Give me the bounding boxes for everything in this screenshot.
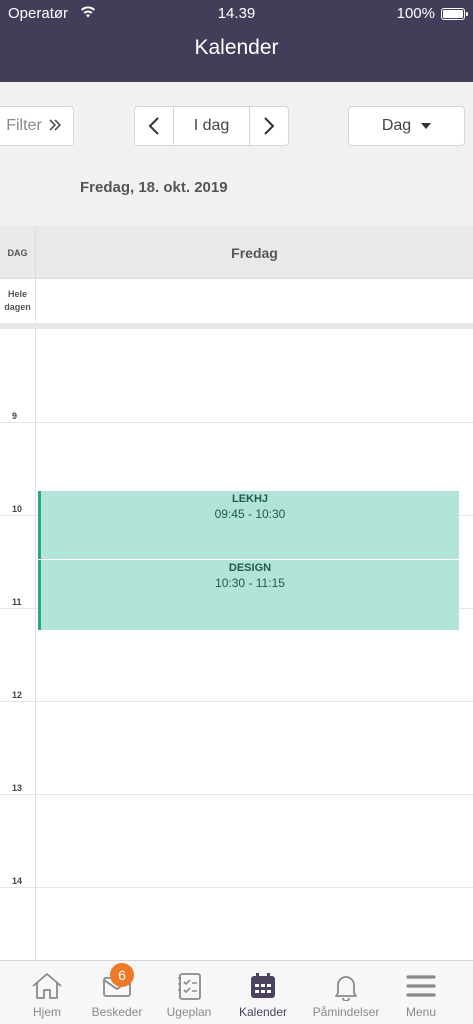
time-column-divider [35, 329, 36, 960]
hour-line [0, 422, 473, 423]
tab-label: Ugeplan [166, 1005, 212, 1019]
chevron-left-icon [148, 117, 159, 135]
tab-label: Beskeder [91, 1005, 143, 1019]
hamburger-icon [406, 975, 436, 997]
calendar-header: DAG Fredag [0, 226, 473, 279]
day-column-header[interactable]: Fredag [36, 226, 473, 279]
calendar-event[interactable]: LEKHJ 09:45 - 10:30 [38, 491, 459, 559]
page-title: Kalender [194, 36, 279, 59]
today-button[interactable]: I dag [174, 107, 249, 145]
hour-label: 10 [12, 504, 23, 514]
tab-ugeplan[interactable]: Ugeplan [154, 961, 224, 1024]
date-title: Fredag, 18. okt. 2019 [80, 179, 228, 196]
all-day-label: Hele dagen [0, 279, 36, 323]
all-day-row[interactable]: Hele dagen [0, 279, 473, 323]
caret-down-icon [421, 123, 432, 129]
hour-line [0, 701, 473, 702]
calendar-event[interactable]: DESIGN 10:30 - 11:15 [38, 560, 459, 630]
next-day-button[interactable] [249, 107, 288, 145]
bell-icon [335, 976, 357, 1001]
tab-label: Menu [405, 1005, 437, 1019]
previous-day-button[interactable] [135, 107, 174, 145]
unread-badge: 6 [110, 963, 134, 987]
event-title: LEKHJ [231, 493, 269, 505]
view-select-value: Dag [381, 117, 412, 134]
hour-label: 14 [12, 876, 23, 886]
view-select[interactable]: Dag [348, 106, 465, 146]
app-root: Operatør 14.39 100% Kalender Filter I da… [0, 0, 473, 1024]
tab-beskeder[interactable]: 6 Beskeder [82, 961, 152, 1024]
checklist-icon [178, 973, 201, 1000]
tab-label: Hjem [32, 1005, 61, 1019]
tab-label: Kalender [238, 1005, 288, 1019]
tab-hjem[interactable]: Hjem [12, 961, 82, 1024]
calendar-icon [251, 973, 275, 998]
chevron-right-icon [264, 117, 275, 135]
tab-label: Påmindelser [312, 1005, 380, 1019]
day-navigator: I dag [134, 106, 289, 146]
filter-label: Filter [6, 117, 42, 134]
calendar-day-view: DAG Fredag Hele dagen 9 10 11 12 13 14 L… [0, 226, 473, 960]
hour-label: 13 [12, 783, 23, 793]
battery-icon [441, 8, 468, 20]
tab-bar: Hjem 6 Beskeder Ugeplan Kalender Påminde… [0, 960, 473, 1024]
event-title: DESIGN [228, 562, 272, 574]
tab-menu[interactable]: Menu [386, 961, 456, 1024]
hour-line [0, 794, 473, 795]
hour-label: 12 [12, 690, 23, 700]
tab-paamindelser[interactable]: Påmindelser [306, 961, 386, 1024]
double-chevron-right-icon [48, 116, 62, 137]
hour-label: 9 [12, 411, 18, 421]
status-bar: Operatør 14.39 100% [0, 0, 473, 26]
header: Operatør 14.39 100% Kalender [0, 0, 473, 82]
event-time: 09:45 - 10:30 [214, 507, 286, 521]
filter-button[interactable]: Filter [0, 106, 74, 146]
all-day-label-line1: Hele [7, 289, 27, 299]
hour-label: 11 [12, 597, 22, 607]
all-day-label-line2: dagen [4, 302, 31, 312]
header-corner-label: DAG [0, 226, 36, 279]
battery-percent: 100% [396, 5, 435, 22]
home-icon [32, 973, 62, 999]
hour-line [0, 887, 473, 888]
event-time: 10:30 - 11:15 [215, 576, 285, 590]
tab-kalender[interactable]: Kalender [228, 961, 298, 1024]
time-grid[interactable]: 9 10 11 12 13 14 LEKHJ 09:45 - 10:30 DES… [0, 329, 473, 960]
